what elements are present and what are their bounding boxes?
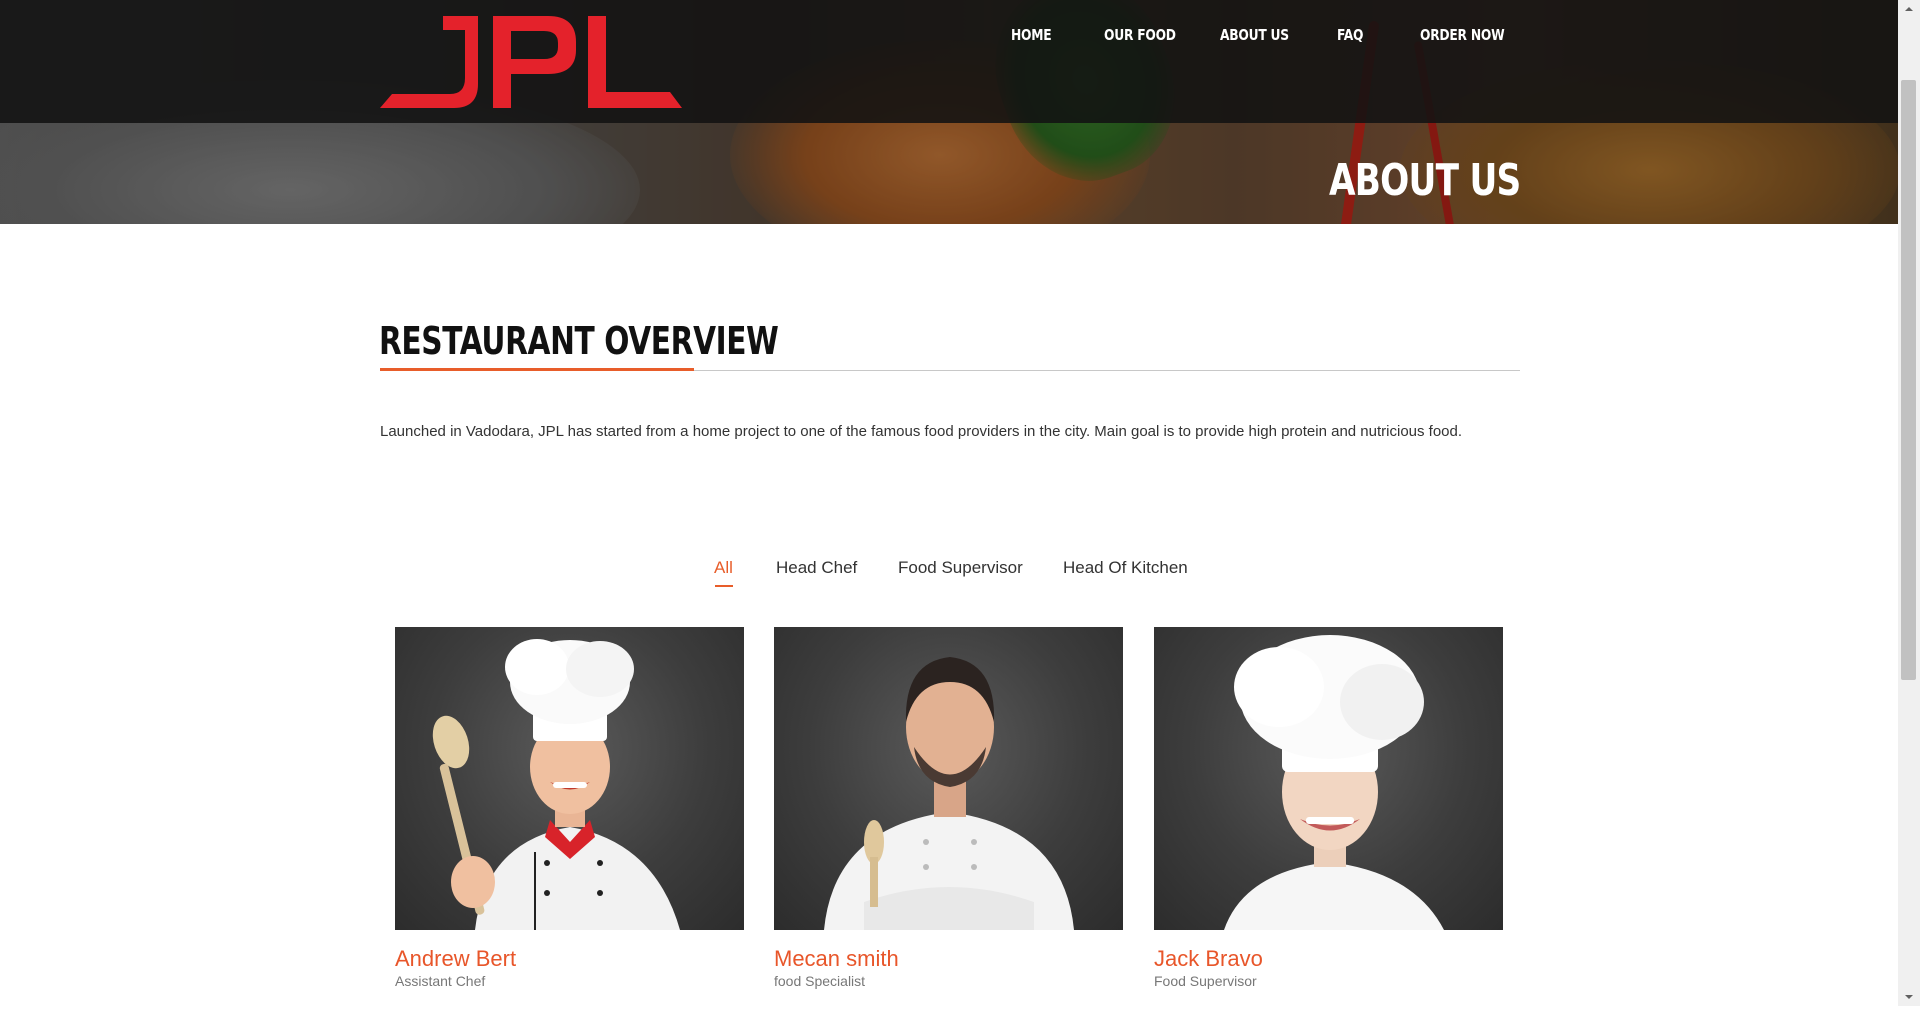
nav-our-food[interactable]: OUR FOOD — [1104, 22, 1176, 48]
team-member-name[interactable]: Jack Bravo — [1154, 946, 1263, 972]
nav-order-now[interactable]: ORDER NOW — [1420, 22, 1505, 48]
team-member-name[interactable]: Mecan smith — [774, 946, 899, 972]
filter-head-chef[interactable]: Head Chef — [776, 555, 857, 581]
nav-about-us[interactable]: ABOUT US — [1220, 22, 1289, 48]
team-member-role: Assistant Chef — [395, 973, 486, 989]
page: HOME OUR FOOD ABOUT US FAQ ORDER NOW ABO… — [0, 0, 1898, 1006]
scroll-down-icon[interactable] — [1898, 988, 1920, 1006]
jpl-logo[interactable] — [380, 16, 682, 110]
team-photo[interactable] — [395, 627, 744, 930]
team-member-role: food Specialist — [774, 973, 866, 989]
team-photo[interactable] — [1154, 627, 1503, 930]
team-member-role: Food Supervisor — [1154, 973, 1257, 989]
vertical-scrollbar[interactable] — [1898, 0, 1920, 1006]
scroll-thumb[interactable] — [1901, 80, 1916, 680]
overview-heading: RESTAURANT OVERVIEW — [379, 319, 779, 363]
page-title: ABOUT US — [1328, 155, 1521, 206]
team-photo[interactable] — [774, 627, 1123, 930]
filter-all[interactable]: All — [714, 555, 733, 581]
team-card[interactable]: Jack Bravo Food Supervisor — [1154, 627, 1503, 989]
team-card[interactable]: Mecan smith food Specialist — [774, 627, 1123, 989]
scroll-up-icon[interactable] — [1898, 0, 1920, 18]
site-header — [0, 0, 1898, 123]
overview-text: Launched in Vadodara, JPL has started fr… — [380, 423, 1463, 440]
filter-food-supervisor[interactable]: Food Supervisor — [898, 555, 1023, 581]
nav-faq[interactable]: FAQ — [1337, 22, 1363, 48]
heading-accent-line — [380, 368, 694, 371]
filter-head-of-kitchen[interactable]: Head Of Kitchen — [1063, 555, 1188, 581]
nav-home[interactable]: HOME — [1011, 22, 1052, 48]
filter-active-indicator — [715, 585, 733, 587]
team-card[interactable]: Andrew Bert Assistant Chef — [395, 627, 744, 989]
team-member-name[interactable]: Andrew Bert — [395, 946, 516, 972]
